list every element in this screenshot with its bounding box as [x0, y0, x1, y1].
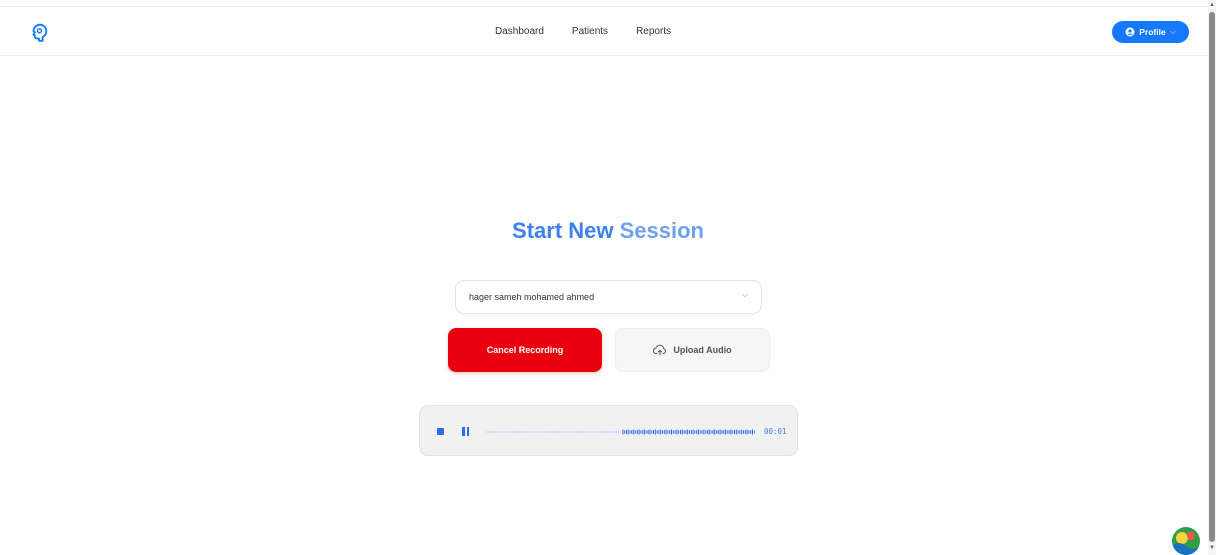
- pause-icon[interactable]: [462, 427, 470, 436]
- stop-icon[interactable]: [437, 428, 444, 435]
- browser-top-border: [0, 0, 1216, 7]
- nav-patients[interactable]: Patients: [572, 26, 608, 37]
- scroll-thumb[interactable]: [1209, 12, 1215, 542]
- chevron-down-icon: ⌵: [741, 290, 748, 299]
- page-title: Start New Session: [0, 218, 1216, 244]
- page-scrollbar[interactable]: ▲ ▼: [1208, 0, 1216, 555]
- main-nav: Dashboard Patients Reports: [495, 26, 671, 37]
- audio-recorder: 00:01: [419, 405, 798, 456]
- nav-dashboard[interactable]: Dashboard: [495, 26, 544, 37]
- page-title-part1: Start New: [512, 218, 614, 243]
- extension-avatar-icon[interactable]: [1172, 527, 1200, 555]
- waveform: [486, 429, 755, 435]
- cancel-recording-button[interactable]: Cancel Recording: [448, 328, 602, 372]
- nav-reports[interactable]: Reports: [636, 26, 671, 37]
- chevron-down-icon: ⌵: [1169, 27, 1176, 36]
- upload-audio-button[interactable]: Upload Audio: [615, 328, 770, 372]
- patient-select-value: hager sameh mohamed ahmed: [469, 292, 595, 302]
- patient-select[interactable]: hager sameh mohamed ahmed ⌵: [455, 280, 762, 314]
- recording-timer: 00:01: [764, 427, 787, 436]
- scroll-down-icon[interactable]: ▼: [1209, 545, 1215, 551]
- brain-logo-icon[interactable]: [28, 22, 50, 44]
- upload-audio-label: Upload Audio: [673, 345, 732, 355]
- cloud-upload-icon: [653, 344, 667, 356]
- page-title-part2: Session: [613, 218, 704, 243]
- cancel-recording-label: Cancel Recording: [486, 345, 564, 355]
- app-header: Dashboard Patients Reports Profile ⌵: [0, 8, 1208, 56]
- profile-label: Profile: [1139, 27, 1166, 37]
- scroll-up-icon[interactable]: ▲: [1209, 2, 1215, 8]
- user-circle-icon: [1125, 27, 1135, 37]
- profile-button[interactable]: Profile ⌵: [1112, 21, 1189, 43]
